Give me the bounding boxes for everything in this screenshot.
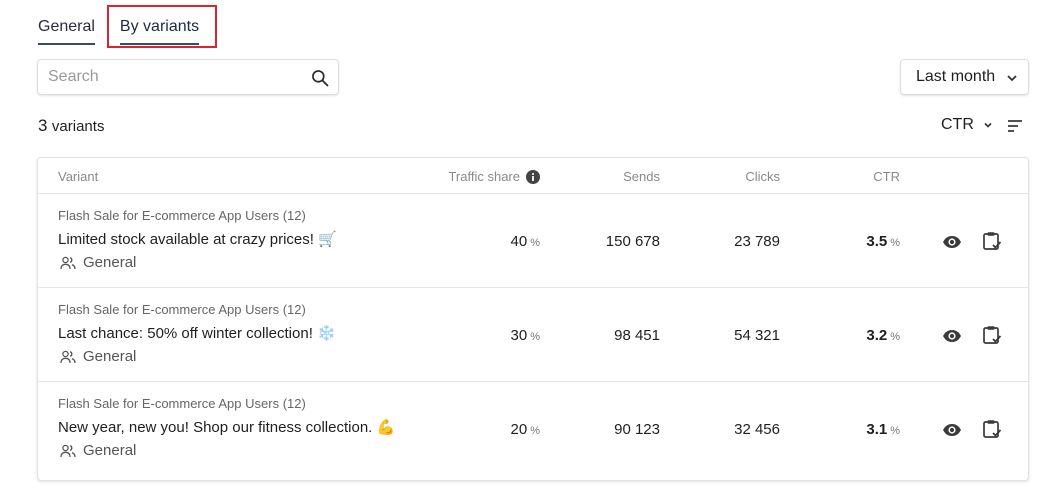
table-row[interactable]: Flash Sale for E-commerce App Users (12)… — [38, 382, 1028, 476]
sort-metric-label: CTR — [941, 116, 974, 133]
header-sends: Sends — [623, 169, 660, 184]
traffic-share-value: 40% — [511, 233, 540, 250]
tab-by-variants-underline — [119, 43, 200, 45]
campaign-name: Flash Sale for E-commerce App Users (12) — [58, 396, 306, 411]
sends-value: 98 451 — [614, 327, 660, 344]
clipboard-check-icon[interactable] — [981, 230, 1003, 252]
audience: General — [60, 254, 136, 271]
audience: General — [60, 348, 136, 365]
audience-label: General — [83, 442, 137, 459]
traffic-share-number: 20 — [510, 421, 528, 438]
audience: General — [60, 442, 136, 459]
ctr-value: 3.2% — [866, 327, 900, 344]
tab-general[interactable]: General — [38, 10, 95, 46]
tab-bar: General By variants — [38, 10, 200, 46]
header-variant: Variant — [58, 169, 99, 184]
search-input[interactable] — [48, 68, 298, 86]
variants-count-unit: variants — [51, 118, 105, 135]
ctr-value: 3.5% — [866, 233, 900, 250]
variant-title: New year, new you! Shop our fitness coll… — [58, 419, 396, 436]
ctr-number: 3.2 — [866, 327, 888, 344]
tab-by-variants[interactable]: By variants — [119, 10, 200, 46]
clipboard-check-icon[interactable] — [981, 324, 1003, 346]
chevron-down-icon — [1007, 75, 1017, 82]
table-header: Variant Traffic share Sends Clicks CTR — [38, 158, 1028, 194]
ctr-number: 3.1 — [866, 421, 888, 438]
percent-unit: % — [890, 425, 900, 437]
chevron-down-icon — [984, 122, 992, 128]
clicks-value: 23 789 — [734, 233, 780, 250]
sort-metric-dropdown[interactable]: CTR — [941, 116, 993, 134]
eye-icon[interactable] — [942, 326, 962, 346]
sort-lines-icon[interactable] — [1007, 118, 1023, 134]
clicks-value: 54 321 — [734, 327, 780, 344]
variants-count: 3 variants — [38, 116, 104, 136]
users-icon — [60, 444, 76, 457]
campaign-name: Flash Sale for E-commerce App Users (12) — [58, 302, 306, 317]
tab-by-variants-label: By variants — [119, 18, 200, 35]
header-ctr: CTR — [873, 169, 900, 184]
clipboard-check-icon[interactable] — [981, 418, 1003, 440]
tab-general-underline — [38, 43, 95, 45]
eye-icon[interactable] — [942, 420, 962, 440]
table-row[interactable]: Flash Sale for E-commerce App Users (12)… — [38, 288, 1028, 382]
header-traffic-share-label: Traffic share — [448, 169, 520, 184]
traffic-share-number: 40 — [510, 233, 528, 250]
period-dropdown[interactable]: Last month — [900, 59, 1029, 95]
variants-table: Variant Traffic share Sends Clicks CTR F… — [37, 157, 1029, 481]
header-traffic-share: Traffic share — [448, 169, 540, 184]
audience-label: General — [83, 348, 137, 365]
percent-unit: % — [890, 237, 900, 249]
percent-unit: % — [530, 331, 540, 343]
traffic-share-value: 30% — [511, 327, 540, 344]
users-icon — [60, 256, 76, 269]
ctr-number: 3.5 — [866, 233, 888, 250]
sends-value: 150 678 — [605, 233, 660, 250]
tab-general-label: General — [38, 18, 95, 35]
eye-icon[interactable] — [942, 232, 962, 252]
percent-unit: % — [890, 331, 900, 343]
percent-unit: % — [530, 425, 540, 437]
traffic-share-number: 30 — [510, 327, 528, 344]
users-icon — [60, 350, 76, 363]
clicks-value: 32 456 — [734, 421, 780, 438]
search-icon[interactable] — [310, 68, 330, 88]
audience-label: General — [83, 254, 137, 271]
campaign-name: Flash Sale for E-commerce App Users (12) — [58, 208, 306, 223]
period-label: Last month — [916, 68, 996, 85]
ctr-value: 3.1% — [866, 421, 900, 438]
variant-title: Last chance: 50% off winter collection! … — [58, 325, 336, 342]
percent-unit: % — [530, 237, 540, 249]
sends-value: 90 123 — [614, 421, 660, 438]
variants-count-number: 3 — [38, 116, 48, 135]
variant-title: Limited stock available at crazy prices!… — [58, 231, 337, 248]
traffic-share-value: 20% — [511, 421, 540, 438]
table-row[interactable]: Flash Sale for E-commerce App Users (12)… — [38, 194, 1028, 288]
search-box[interactable] — [37, 59, 339, 95]
info-icon[interactable] — [526, 169, 540, 184]
header-clicks: Clicks — [745, 169, 780, 184]
